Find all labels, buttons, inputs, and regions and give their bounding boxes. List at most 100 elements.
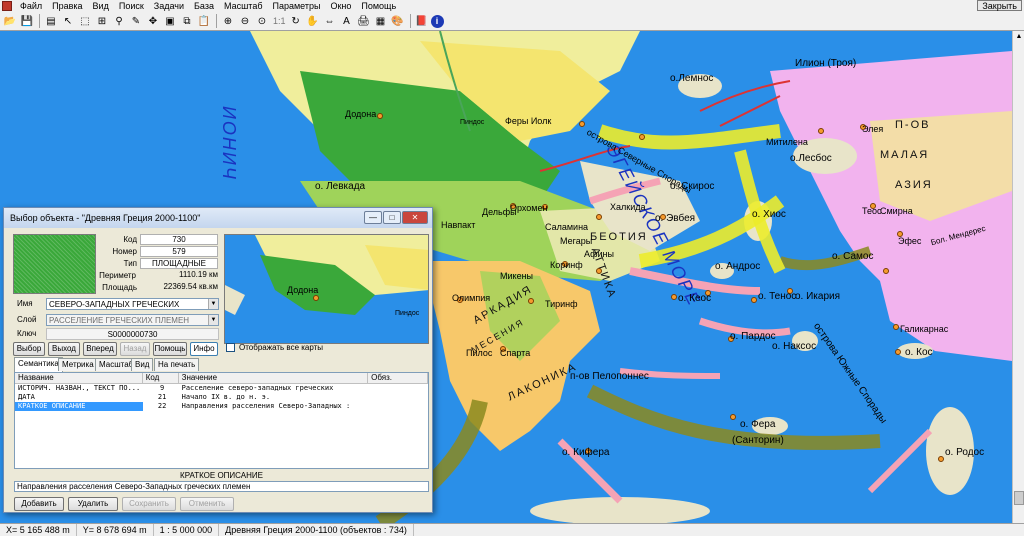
scale-1-1-label[interactable]: 1:1 — [273, 16, 286, 26]
cancel-button: Отменить — [180, 497, 234, 511]
menu-view[interactable]: Вид — [88, 0, 114, 12]
refresh-icon[interactable]: ↻ — [288, 13, 304, 29]
layers-icon[interactable]: ▤ — [43, 13, 59, 29]
object-minimap[interactable]: Додона Пиндос — [224, 234, 429, 344]
exit-button[interactable]: Выход — [48, 342, 80, 356]
text-icon[interactable]: A — [339, 13, 355, 29]
city-marker[interactable] — [596, 214, 602, 220]
close-icon[interactable]: ✕ — [402, 211, 428, 224]
menu-parameters[interactable]: Параметры — [267, 0, 325, 12]
tab-print[interactable]: На печать — [154, 358, 200, 371]
menu-base[interactable]: База — [189, 0, 219, 12]
city-marker[interactable] — [377, 113, 383, 119]
city-marker[interactable] — [579, 121, 585, 127]
zoom-in-icon[interactable]: ⊕ — [220, 13, 236, 29]
tab-metrics[interactable]: Метрика — [58, 358, 98, 371]
label-orkhomen: Орхомен — [510, 203, 548, 213]
tab-semantics[interactable]: Семантика — [14, 357, 63, 372]
menu-scale[interactable]: Масштаб — [219, 0, 268, 12]
copy-icon[interactable]: ⧉ — [179, 13, 195, 29]
region-label-asia-3: АЗИЯ — [895, 179, 933, 191]
label-navpakt: Навпакт — [441, 220, 476, 230]
menu-search[interactable]: Поиск — [114, 0, 149, 12]
vertical-scrollbar[interactable]: ▲ — [1012, 31, 1024, 523]
paste-icon[interactable]: 📋 — [196, 13, 212, 29]
name-combo[interactable]: СЕВЕРО-ЗАПАДНЫХ ГРЕЧЕСКИХ ▼ — [46, 298, 219, 310]
info-icon[interactable]: i — [430, 14, 444, 28]
label-pilos: Пилос — [466, 348, 493, 358]
label-rodos: о. Родос — [945, 447, 985, 458]
print-icon[interactable]: 🖨 — [356, 13, 372, 29]
add-button[interactable]: Добавить — [14, 497, 64, 511]
col-header-code[interactable]: Код — [143, 373, 179, 383]
city-marker[interactable] — [671, 294, 677, 300]
key-field-label: Ключ — [17, 329, 37, 338]
name-field-label: Имя — [17, 299, 33, 308]
calc-icon[interactable]: ▦ — [373, 13, 389, 29]
menu-window[interactable]: Окно — [325, 0, 356, 12]
city-marker[interactable] — [895, 349, 901, 355]
help-button[interactable]: Помощь — [153, 342, 187, 356]
scroll-up-icon[interactable]: ▲ — [1013, 31, 1024, 43]
table-row-selected[interactable]: КРАТКОЕ ОПИСАНИЕ 22 Направления расселен… — [15, 402, 428, 411]
label-troy: Илион (Троя) — [795, 58, 857, 69]
toolbar-separator — [39, 14, 40, 28]
select-icon[interactable]: ⬚ — [77, 13, 93, 29]
dialog-titlebar[interactable]: Выбор объекта - "Древняя Греция 2000-110… — [4, 208, 432, 228]
menu-file[interactable]: Файл — [15, 0, 47, 12]
book-icon[interactable]: 📕 — [414, 13, 430, 29]
city-marker[interactable] — [596, 268, 602, 274]
menu-edit[interactable]: Правка — [47, 0, 87, 12]
chevron-down-icon[interactable]: ▼ — [208, 299, 218, 309]
palette-icon[interactable]: 🎨 — [390, 13, 406, 29]
pointer-icon[interactable]: ↖ — [60, 13, 76, 29]
prop-label-area: Площадь — [102, 283, 137, 292]
object-select-dialog: Выбор объекта - "Древняя Греция 2000-110… — [3, 207, 433, 513]
delete-button[interactable]: Удалить — [68, 497, 118, 511]
row-value: Начало IX в. до н. э. — [181, 393, 271, 401]
info-button[interactable]: Инфо — [190, 342, 218, 356]
city-marker[interactable] — [883, 268, 889, 274]
table-row[interactable]: ИСТОРИЧ. НАЗВАН., ТЕКСТ ПО... 9 Расселен… — [15, 384, 428, 393]
zoom-area-icon[interactable]: ⊙ — [254, 13, 270, 29]
menu-tasks[interactable]: Задачи — [149, 0, 189, 12]
edit-icon[interactable]: ✎ — [128, 13, 144, 29]
row-name: КРАТКОЕ ОПИСАНИЕ — [15, 402, 143, 411]
minimize-icon[interactable]: — — [364, 211, 382, 224]
select-button[interactable]: Выбор — [13, 342, 45, 356]
city-marker[interactable] — [938, 456, 944, 462]
save-button: Сохранить — [122, 497, 176, 511]
city-marker[interactable] — [528, 298, 534, 304]
city-marker[interactable] — [730, 414, 736, 420]
move-icon[interactable]: ✥ — [145, 13, 161, 29]
prop-label-number: Номер — [112, 247, 137, 256]
open-icon[interactable]: 📂 — [2, 13, 18, 29]
col-header-name[interactable]: Название — [15, 373, 143, 383]
city-marker[interactable] — [639, 134, 645, 140]
select-all-icon[interactable]: ⊞ — [94, 13, 110, 29]
close-button[interactable]: Закрыть — [977, 0, 1022, 11]
label-mitilena: Митилена — [766, 137, 808, 147]
hand-icon[interactable]: ✋ — [305, 13, 321, 29]
save-icon[interactable]: 💾 — [19, 13, 35, 29]
tab-view[interactable]: Вид — [131, 358, 154, 371]
description-field[interactable]: Направления расселения Северо-Западных г… — [14, 481, 429, 492]
scroll-thumb[interactable] — [1014, 491, 1024, 505]
show-all-maps-checkbox[interactable]: Отображать все карты — [226, 343, 323, 352]
table-row[interactable]: ДАТА 21 Начало IX в. до н. э. — [15, 393, 428, 402]
city-marker[interactable] — [751, 297, 757, 303]
menu-help[interactable]: Помощь — [356, 0, 401, 12]
zoom-out-icon[interactable]: ⊖ — [237, 13, 253, 29]
filter-icon[interactable]: ⚲ — [111, 13, 127, 29]
toolbar-separator — [216, 14, 217, 28]
col-header-value[interactable]: Значение — [179, 373, 369, 383]
measure-icon[interactable]: ⇔ — [322, 13, 338, 29]
col-header-required[interactable]: Обяз. — [368, 373, 428, 383]
image-icon[interactable]: ▣ — [162, 13, 178, 29]
maximize-icon[interactable]: □ — [383, 211, 401, 224]
row-code: 21 — [157, 393, 167, 401]
forward-button[interactable]: Вперед — [83, 342, 117, 356]
checkbox-box[interactable] — [226, 343, 235, 352]
city-marker[interactable] — [818, 128, 824, 134]
city-marker[interactable] — [893, 324, 899, 330]
